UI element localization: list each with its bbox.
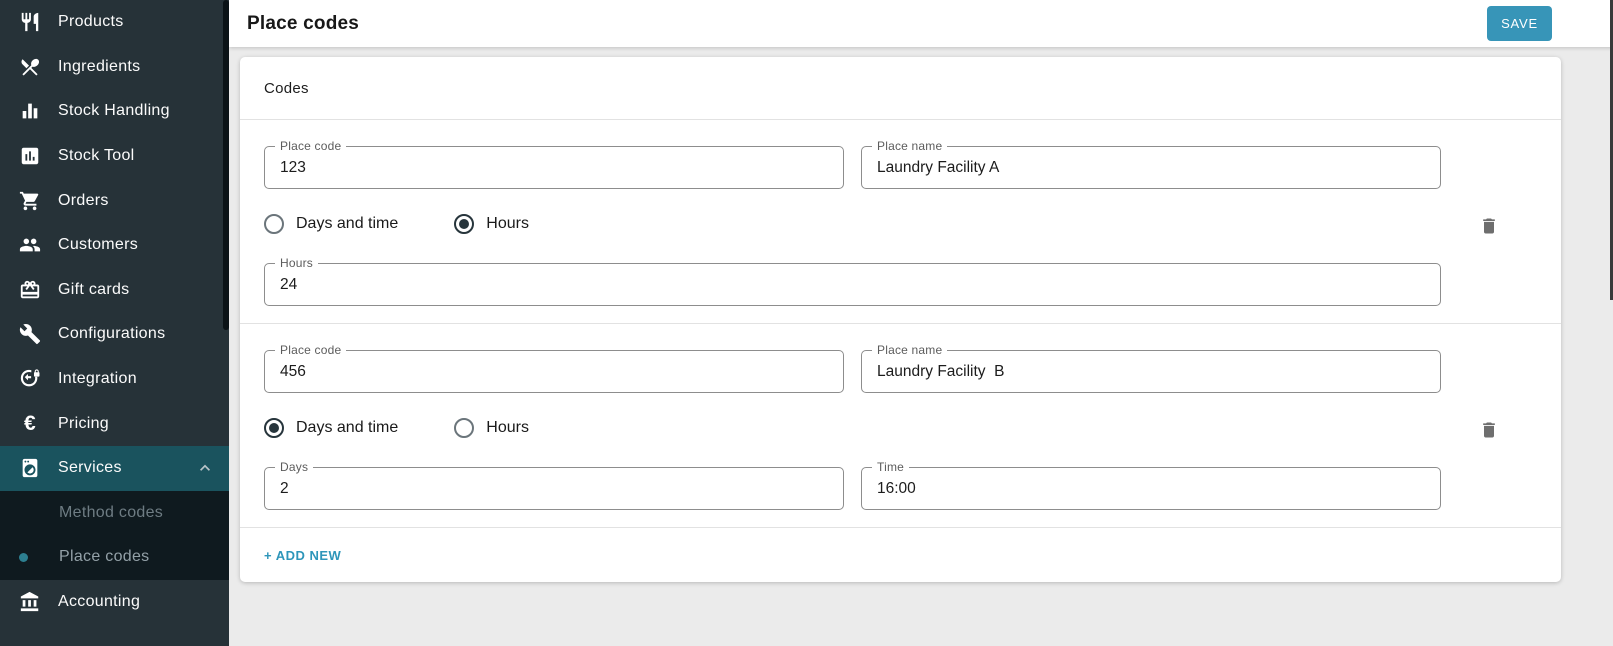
sidebar-item-label: Stock Tool <box>58 147 135 165</box>
sidebar-item-stock-handling[interactable]: Stock Handling <box>0 89 229 134</box>
card-footer: + ADD NEW <box>240 528 1561 582</box>
radio-days-and-time[interactable]: Days and time <box>264 214 398 234</box>
days-field-label: Days <box>275 460 313 475</box>
wrench-icon <box>19 323 41 345</box>
mode-radio-group: Days and time Hours <box>264 214 1441 234</box>
sidebar-item-gift-cards[interactable]: Gift cards <box>0 268 229 313</box>
place-name-field-value: Laundry Facility A <box>877 159 999 177</box>
sidebar-item-orders[interactable]: Orders <box>0 178 229 223</box>
radio-hours[interactable]: Hours <box>454 418 529 438</box>
sidebar-item-label: Products <box>58 13 124 31</box>
add-new-button[interactable]: + ADD NEW <box>264 548 341 563</box>
bar-chart-icon <box>19 100 41 122</box>
hours-field-value: 24 <box>280 276 297 294</box>
sidebar-item-stock-tool[interactable]: Stock Tool <box>0 134 229 179</box>
radio-icon <box>264 214 284 234</box>
hours-field[interactable]: Hours 24 <box>264 263 1441 306</box>
shopping-cart-icon <box>19 190 41 212</box>
bank-icon <box>19 591 41 613</box>
radio-icon <box>454 214 474 234</box>
sidebar-item-label: Services <box>58 459 122 477</box>
radio-icon <box>264 418 284 438</box>
card-title: Codes <box>264 80 309 97</box>
gift-card-icon <box>19 279 41 301</box>
time-field-value: 16:00 <box>877 480 916 498</box>
days-field[interactable]: Days 2 <box>264 467 844 510</box>
sidebar-item-accounting[interactable]: Accounting <box>0 580 229 625</box>
place-code-entry-2: Place code 456 Place name Laundry Facili… <box>240 324 1561 527</box>
chart-box-icon <box>19 145 41 167</box>
euro-icon: € <box>19 413 41 435</box>
sidebar-item-ingredients[interactable]: Ingredients <box>0 45 229 90</box>
sidebar-item-label: Gift cards <box>58 281 129 299</box>
card-header: Codes <box>240 57 1561 119</box>
place-code-field[interactable]: Place code 456 <box>264 350 844 393</box>
place-code-entry-1: Place code 123 Place name Laundry Facili… <box>240 120 1561 323</box>
sidebar: Products Ingredients Stock Handling Stoc… <box>0 0 229 646</box>
globe-lock-icon <box>19 368 41 390</box>
sidebar-item-products[interactable]: Products <box>0 0 229 45</box>
hours-field-label: Hours <box>275 256 318 271</box>
sidebar-scrollbar[interactable] <box>223 0 229 330</box>
radio-icon <box>454 418 474 438</box>
sidebar-item-configurations[interactable]: Configurations <box>0 312 229 357</box>
radio-days-and-time[interactable]: Days and time <box>264 418 398 438</box>
delete-icon[interactable] <box>1479 216 1499 236</box>
chevron-up-icon <box>195 458 215 478</box>
subitem-label: Method codes <box>59 504 163 522</box>
services-submenu: Method codes Place codes <box>0 491 229 580</box>
sidebar-item-integration[interactable]: Integration <box>0 357 229 402</box>
place-name-field-label: Place name <box>872 139 947 154</box>
main-content: Place codes SAVE Codes Place code 123 Pl… <box>229 0 1613 646</box>
place-name-field[interactable]: Place name Laundry Facility B <box>861 350 1441 393</box>
subitem-label: Place codes <box>59 548 149 566</box>
days-field-value: 2 <box>280 480 289 498</box>
place-code-field-label: Place code <box>275 343 346 358</box>
place-name-field-value: Laundry Facility B <box>877 363 1005 381</box>
mode-radio-group: Days and time Hours <box>264 418 1441 438</box>
sidebar-item-customers[interactable]: Customers <box>0 223 229 268</box>
sidebar-item-pricing[interactable]: € Pricing <box>0 401 229 446</box>
time-field[interactable]: Time 16:00 <box>861 467 1441 510</box>
sidebar-item-label: Accounting <box>58 593 140 611</box>
place-code-field[interactable]: Place code 123 <box>264 146 844 189</box>
sidebar-item-label: Ingredients <box>58 58 140 76</box>
place-name-field-label: Place name <box>872 343 947 358</box>
restaurant-icon <box>19 11 41 33</box>
place-code-field-value: 123 <box>280 159 306 177</box>
selected-dot-icon <box>19 553 28 562</box>
sidebar-item-services[interactable]: Services <box>0 446 229 491</box>
place-name-field[interactable]: Place name Laundry Facility A <box>861 146 1441 189</box>
laundry-machine-icon <box>19 457 41 479</box>
sidebar-subitem-place-codes[interactable]: Place codes <box>0 535 229 580</box>
crossed-utensils-icon <box>19 56 41 78</box>
page-title: Place codes <box>247 13 359 35</box>
people-icon <box>19 234 41 256</box>
save-button[interactable]: SAVE <box>1487 6 1552 41</box>
radio-hours[interactable]: Hours <box>454 214 529 234</box>
sidebar-subitem-method-codes[interactable]: Method codes <box>0 491 229 536</box>
page-header: Place codes SAVE <box>229 0 1613 47</box>
sidebar-item-label: Orders <box>58 192 109 210</box>
time-field-label: Time <box>872 460 909 475</box>
codes-card: Codes Place code 123 Place name Laundry … <box>240 57 1561 582</box>
sidebar-item-label: Integration <box>58 370 137 388</box>
delete-icon[interactable] <box>1479 420 1499 440</box>
sidebar-item-label: Pricing <box>58 415 109 433</box>
place-code-field-label: Place code <box>275 139 346 154</box>
sidebar-item-label: Stock Handling <box>58 102 170 120</box>
sidebar-item-label: Configurations <box>58 325 165 343</box>
place-code-field-value: 456 <box>280 363 306 381</box>
sidebar-item-label: Customers <box>58 236 138 254</box>
